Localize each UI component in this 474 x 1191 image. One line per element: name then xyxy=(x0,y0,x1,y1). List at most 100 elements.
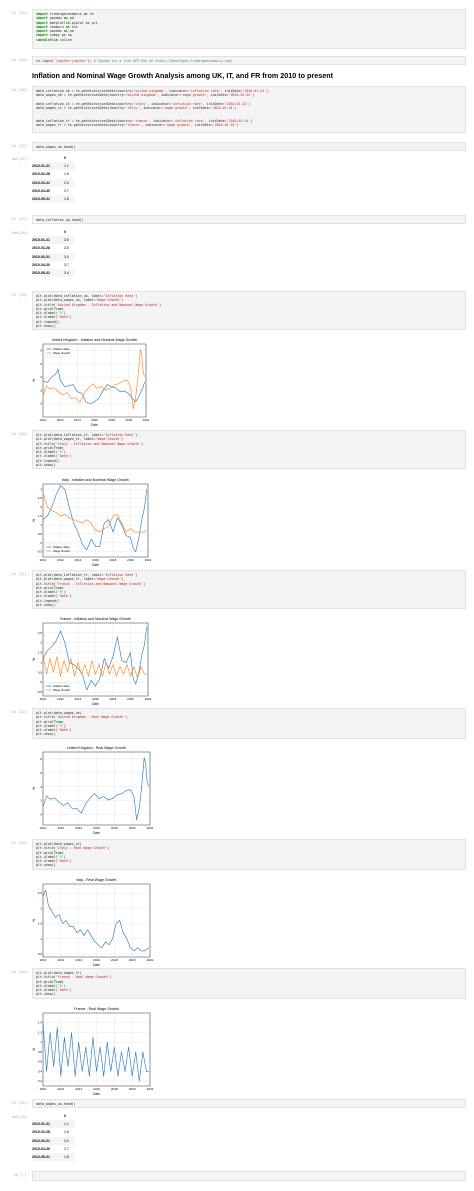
y-axis-label: % xyxy=(32,519,36,522)
dataframe-output: 0 2010-01-31 1.1 2010-02-28 1.6 2010-03-31 2.0… xyxy=(32,154,75,204)
code-line: data_wages_fr = te.getHistoricalData(cou… xyxy=(36,123,462,127)
y-tick-label: 1 xyxy=(40,660,42,664)
x-tick-label: 2018 xyxy=(108,418,115,422)
header-cell xyxy=(32,154,64,162)
table-row: 2010-04-30 3.7 xyxy=(32,261,75,269)
row-index-cell: 2010-03-31 xyxy=(32,254,50,259)
row-index-cell: 2010-04-30 xyxy=(32,1146,50,1151)
x-tick-label: 2016 xyxy=(92,558,99,562)
code-token: 'Date' xyxy=(57,728,70,733)
x-tick-label: 2010 xyxy=(40,958,47,962)
row-index-cell: 2010-05-31 xyxy=(32,197,50,202)
code-token: %matplotlib xyxy=(36,37,58,42)
chart-fr-inflation-wage: France - Inflation and Nominal Wage Grow… xyxy=(32,617,152,706)
code-token: 'france' xyxy=(125,123,142,128)
table-row: 2010-05-31 1.8 xyxy=(32,1153,75,1162)
series-line-0 xyxy=(42,889,149,952)
row-index-cell: 2010-01-31 xyxy=(32,238,50,243)
dataframe-output: 0 2010-01-31 1.1 2010-02-28 1.6 2010-03-31 2.0… xyxy=(32,1112,75,1162)
table-row: 2010-02-28 1.6 xyxy=(32,170,75,178)
x-axis-label: Date xyxy=(93,1092,100,1096)
code-token: ) xyxy=(125,715,128,720)
table-row: 2010-04-30 2.7 xyxy=(32,1145,75,1153)
code-cell-fetch-data[interactable]: data_inflation_uk = te.getHistoricalData… xyxy=(32,86,466,133)
y-tick-label: 8 xyxy=(40,757,42,761)
code-cell-plot-it[interactable]: plt.plot(data_inflation_it, label='Infla… xyxy=(32,430,466,469)
x-tick-label: 2022 xyxy=(145,558,152,562)
x-tick-label: 2012 xyxy=(57,697,64,701)
code-cell-login[interactable]: te.login('jupyter:jupyter'); # Signup fo… xyxy=(32,56,466,65)
legend-label: Wage Growth xyxy=(53,351,70,355)
header-cell xyxy=(32,1112,64,1120)
code-cell-plot-it-wage[interactable]: plt.plot(data_wages_it) plt.title('Italy … xyxy=(32,839,466,870)
x-tick-label: 2020 xyxy=(129,958,136,962)
y-axis-label: % xyxy=(32,1048,36,1051)
y-axis-label: % xyxy=(32,787,36,790)
code-token: ) xyxy=(252,93,255,98)
code-token: ) xyxy=(159,302,162,307)
table-row: 2010-02-28 3.0 xyxy=(32,244,75,252)
y-tick-label: 0.6 xyxy=(38,1060,43,1064)
x-tick-label: 2016 xyxy=(93,958,100,962)
dataframe-table: 0 2010-01-31 3.5 2010-02-28 3.0 2010-03-31 3.4… xyxy=(32,228,75,278)
code-token: plt.show() xyxy=(36,732,56,737)
code-cell-plot-fr-wage[interactable]: plt.plot(data_wages_fr) plt.title('France… xyxy=(32,968,466,999)
value-cell: 1.8 xyxy=(64,197,69,202)
code-cell-plot-fr[interactable]: plt.plot(data_inflation_fr, label='Infla… xyxy=(32,570,466,609)
x-tick-label: 2012 xyxy=(57,1087,64,1091)
code-token: plt.show() xyxy=(36,603,56,608)
code-cell-imports[interactable]: import tradingeconomics as te import pand… xyxy=(32,9,466,49)
dataframe-table: 0 2010-01-31 1.1 2010-02-28 1.6 2010-03-31 2.0… xyxy=(32,154,75,204)
code-token: ) xyxy=(248,101,251,106)
code-token: data_wages_uk.head() xyxy=(36,145,76,149)
code-token: , indicator= xyxy=(157,93,181,98)
row-index-cell: 2010-02-28 xyxy=(32,172,50,177)
code-token: te xyxy=(87,12,94,16)
series-line-1 xyxy=(42,349,145,410)
code-cell-head-wages-2[interactable]: data_wages_uk.head() xyxy=(32,1099,466,1108)
table-row: 2010-05-31 1.8 xyxy=(32,195,75,204)
y-tick-label: 6 xyxy=(40,771,42,775)
code-token: 'Italy - Inflation and Nominal Wage Grow… xyxy=(55,441,142,446)
value-cell: 2.0 xyxy=(64,180,69,185)
cell-prompt: In [16]: xyxy=(11,88,29,92)
code-token: ) xyxy=(69,988,72,993)
cell-prompt: In [20]: xyxy=(11,432,29,436)
x-tick-label: 2010 xyxy=(40,826,47,830)
code-token: plt.show() xyxy=(36,324,56,329)
y-tick-label: 0 xyxy=(40,541,42,545)
y-tick-label: 0.4 xyxy=(38,1069,43,1073)
code-token: 'italy' xyxy=(125,106,140,111)
y-tick-label: 2 xyxy=(40,641,42,645)
code-token: data_wages_fr = te.getHistoricalData(cou… xyxy=(36,123,126,128)
y-tick-label: 1 xyxy=(40,1040,42,1044)
value-cell: 1.6 xyxy=(64,1130,69,1135)
cell-prompt: In [ ]: xyxy=(13,1173,29,1177)
code-token: ) xyxy=(141,441,144,446)
code-cell-empty[interactable] xyxy=(32,1171,466,1181)
code-token: , initDate= xyxy=(190,123,213,128)
code-cell-head-wages[interactable]: data_wages_uk.head() xyxy=(32,142,466,151)
x-axis-label: Date xyxy=(91,423,98,427)
y-tick-label: 2 xyxy=(40,505,42,509)
code-token: data_wages_uk.head() xyxy=(36,1102,76,1106)
x-tick-label: 2018 xyxy=(110,697,117,701)
code-cell-head-inflation[interactable]: data_inflation_uk.head() xyxy=(32,215,466,224)
x-tick-label: 2018 xyxy=(111,826,118,830)
markdown-title: Inflation and Nominal Wage Growth Analys… xyxy=(32,71,333,80)
code-token: 'Date' xyxy=(57,859,70,864)
y-tick-label: 4 xyxy=(40,785,42,789)
code-line: plt.show() xyxy=(36,463,462,467)
output-prompt: Out[18]: xyxy=(11,231,29,235)
x-tick-label: 2020 xyxy=(127,697,134,701)
code-cell-plot-uk[interactable]: plt.plot(data_inflation_uk, label='Infla… xyxy=(32,291,466,330)
y-tick-label: 2.5 xyxy=(38,496,43,500)
cell-prompt: In [17]: xyxy=(11,217,29,221)
code-token: 'united kingdom' xyxy=(125,93,158,98)
y-axis-label: % xyxy=(32,919,36,922)
code-cell-plot-uk-wage[interactable]: plt.plot(data_wages_uk) plt.title('United… xyxy=(32,708,466,739)
value-cell: 1.1 xyxy=(64,164,69,169)
y-tick-label: 3 xyxy=(40,487,42,491)
x-tick-label: 2014 xyxy=(75,958,82,962)
x-tick-label: 2020 xyxy=(129,1087,136,1091)
